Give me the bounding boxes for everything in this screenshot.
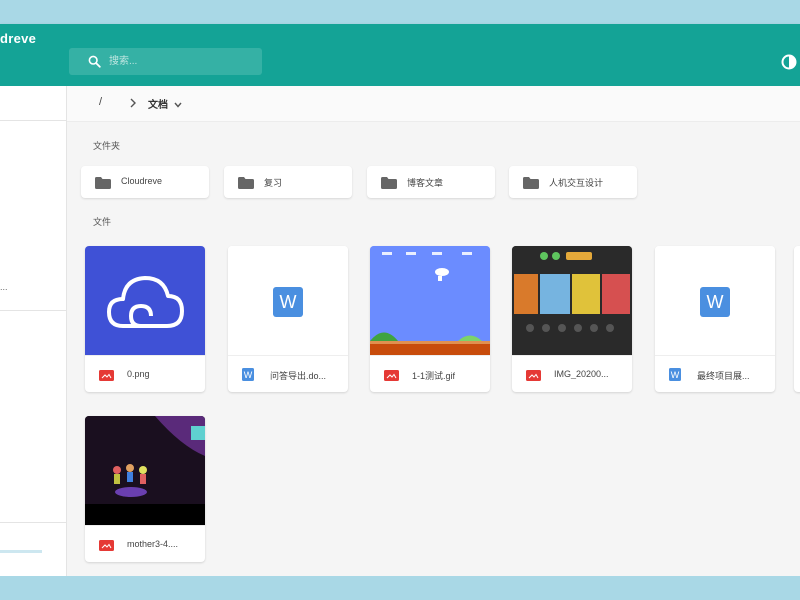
file-name: IMG_20200...: [554, 369, 609, 379]
word-thumbnail: W: [655, 246, 775, 355]
file-card[interactable]: IMG_20200...: [512, 246, 632, 392]
files-section-label: 文件: [93, 217, 112, 227]
folder-item[interactable]: 博客文章: [367, 166, 495, 198]
folder-icon: [523, 176, 539, 194]
folder-name: 人机交互设计: [549, 178, 604, 188]
svg-text:W: W: [671, 370, 680, 380]
breadcrumb-current[interactable]: 文档: [148, 96, 168, 111]
file-name: 问答导出.do...: [270, 371, 327, 381]
file-info: mother3-4....: [85, 525, 205, 562]
folder-name: 博客文章: [407, 178, 444, 188]
storage-progress-bar: [0, 550, 42, 553]
app-title[interactable]: dreve: [0, 31, 36, 46]
image-file-icon: [526, 368, 541, 386]
folder-item[interactable]: 人机交互设计: [509, 166, 637, 198]
sidebar-divider: [0, 310, 66, 311]
sidebar: [0, 86, 67, 576]
svg-text:W: W: [244, 370, 253, 380]
file-card[interactable]: W W 最终项目展...: [655, 246, 775, 392]
cloud-logo-thumbnail: [85, 246, 205, 355]
file-card[interactable]: W W 问答导出.do...: [228, 246, 348, 392]
image-file-icon: [99, 538, 114, 556]
theme-toggle-icon[interactable]: [780, 53, 798, 71]
file-name: 0.png: [127, 369, 150, 379]
bottom-border: [0, 576, 800, 600]
file-info: W 最终项目展...: [655, 355, 775, 392]
word-icon: W: [700, 287, 730, 317]
game-scene-thumbnail: [85, 416, 205, 525]
file-name: 1-1测试.gif: [412, 371, 456, 381]
file-card-partial[interactable]: [794, 246, 800, 392]
file-card[interactable]: 0.png: [85, 246, 205, 392]
folder-item[interactable]: 复习: [224, 166, 352, 198]
file-info: 1-1测试.gif: [370, 355, 490, 392]
file-name: 最终项目展...: [697, 371, 750, 381]
chevron-down-icon[interactable]: [173, 97, 183, 115]
file-card[interactable]: mother3-4....: [85, 416, 205, 562]
game-level-thumbnail: [370, 246, 490, 355]
search-icon: [88, 55, 101, 73]
word-thumbnail: W: [228, 246, 348, 355]
folder-name: Cloudreve: [121, 176, 163, 186]
sidebar-item-label[interactable]: ...: [0, 282, 8, 292]
folder-icon: [381, 176, 397, 194]
breadcrumb-root[interactable]: /: [99, 96, 102, 108]
app-window: dreve ... / 文档 文件夹 Cloudreve 复习 博客文章 人机交: [0, 0, 800, 600]
file-card[interactable]: 1-1测试.gif: [370, 246, 490, 392]
file-name: mother3-4....: [127, 539, 179, 549]
word-icon: W: [273, 287, 303, 317]
top-border: [0, 0, 800, 24]
word-file-icon: W: [669, 368, 681, 386]
folder-item[interactable]: Cloudreve: [81, 166, 209, 198]
search-input[interactable]: [109, 48, 249, 75]
file-info: 0.png: [85, 355, 205, 392]
file-info: W 问答导出.do...: [228, 355, 348, 392]
search-box[interactable]: [69, 48, 262, 75]
folder-icon: [95, 176, 111, 194]
sidebar-divider: [0, 120, 66, 121]
folder-icon: [238, 176, 254, 194]
word-file-icon: W: [242, 368, 254, 386]
chevron-right-icon: [128, 96, 138, 114]
image-file-icon: [99, 368, 114, 386]
sidebar-divider: [0, 522, 66, 523]
game-menu-thumbnail: [512, 246, 632, 355]
folders-section-label: 文件夹: [93, 141, 121, 151]
file-info: IMG_20200...: [512, 355, 632, 392]
image-file-icon: [384, 368, 399, 386]
folder-name: 复习: [264, 178, 283, 188]
